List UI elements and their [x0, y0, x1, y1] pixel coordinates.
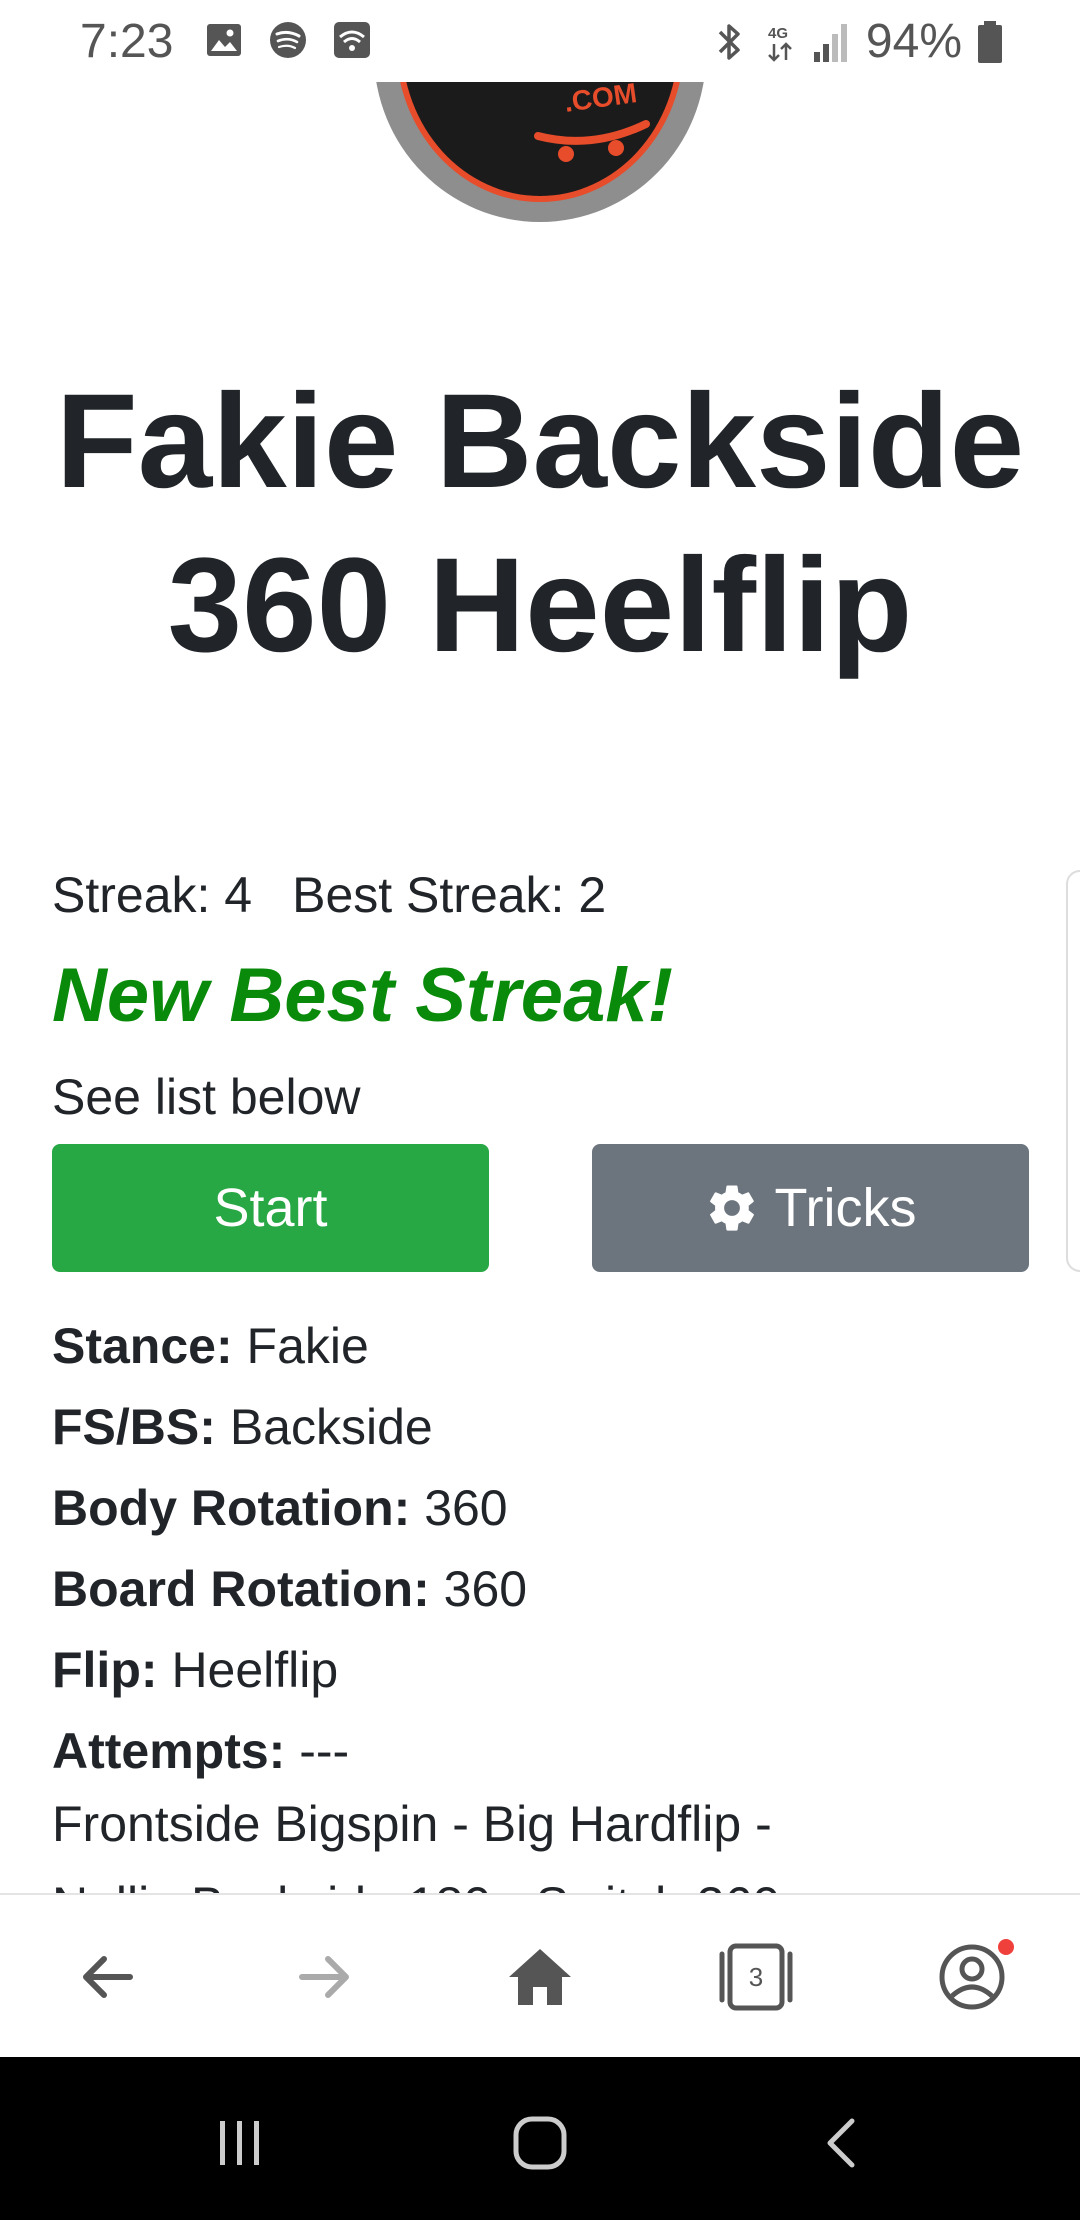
detail-label: Flip:	[52, 1642, 158, 1698]
detail-flip: Flip: Heelflip	[52, 1630, 1052, 1711]
forward-button[interactable]	[282, 1935, 366, 2019]
detail-value: Heelflip	[171, 1642, 339, 1698]
battery-icon	[978, 20, 1002, 63]
status-bar: 7:23 4G 94%	[0, 0, 1080, 82]
detail-label: Board Rotation:	[52, 1561, 430, 1617]
detail-value: 360	[443, 1561, 528, 1617]
wifi-calling-icon	[334, 22, 370, 58]
network-4g-icon: 4G	[768, 25, 792, 62]
android-home-button[interactable]	[500, 2103, 580, 2183]
android-home-icon	[513, 2116, 567, 2170]
trick-title: Fakie Backside 360 Heelflip	[40, 360, 1040, 688]
skateboard-icon	[534, 120, 650, 162]
streak-row: Streak: 4 Best Streak: 2	[52, 866, 606, 924]
streak-count: Streak: 4	[52, 867, 253, 923]
android-back-button[interactable]	[804, 2103, 884, 2183]
trick-title-line1: Fakie Backside	[55, 367, 1025, 516]
arrow-left-icon	[83, 1956, 133, 1998]
recent-apps-button[interactable]	[200, 2103, 280, 2183]
home-icon	[509, 1949, 571, 2005]
signal-icon	[813, 23, 847, 62]
account-icon	[939, 1944, 1005, 2010]
detail-value: 360	[424, 1480, 508, 1536]
account-button[interactable]	[930, 1935, 1014, 2019]
gear-icon	[709, 1185, 754, 1231]
side-panel-edge[interactable]	[1066, 870, 1080, 1272]
android-nav-bar	[0, 2057, 1080, 2220]
best-streak-count: Best Streak: 2	[292, 867, 607, 923]
detail-attempts: Attempts: ---	[52, 1711, 1052, 1792]
detail-value: Fakie	[246, 1318, 369, 1374]
trick-details: Stance: Fakie FS/BS: Backside Body Rotat…	[52, 1306, 1052, 1792]
detail-board-rotation: Board Rotation: 360	[52, 1549, 1052, 1630]
arrow-right-icon	[299, 1956, 349, 1998]
detail-label: Attempts:	[52, 1723, 286, 1779]
detail-stance: Stance: Fakie	[52, 1306, 1052, 1387]
battery-percent: 94%	[865, 15, 962, 68]
detail-body-rotation: Body Rotation: 360	[52, 1468, 1052, 1549]
notification-dot	[998, 1939, 1014, 1955]
spotify-icon	[270, 22, 306, 58]
start-button-label: Start	[213, 1178, 328, 1238]
see-list-text: See list below	[52, 1069, 361, 1125]
status-time: 7:23	[80, 15, 174, 68]
detail-label: Stance:	[52, 1318, 233, 1374]
detail-value: ---	[299, 1723, 350, 1779]
home-button[interactable]	[498, 1935, 582, 2019]
detail-value: Backside	[229, 1399, 433, 1455]
browser-toolbar: 3	[0, 1893, 1080, 2057]
detail-label: FS/BS:	[52, 1399, 216, 1455]
detail-fs-bs: FS/BS: Backside	[52, 1387, 1052, 1468]
start-button[interactable]: Start	[52, 1144, 489, 1272]
android-back-icon	[827, 2118, 855, 2168]
detail-label: Body Rotation:	[52, 1480, 411, 1536]
back-button[interactable]	[66, 1935, 150, 2019]
image-icon	[207, 24, 241, 56]
tricks-button[interactable]: Tricks	[592, 1144, 1029, 1272]
trick-title-line2: 360 Heelflip	[167, 531, 913, 680]
svg-text:4G: 4G	[768, 25, 788, 42]
tab-count: 3	[748, 1961, 764, 1992]
trick-history-line-2: Nollie Backside 180 - Switch 360	[52, 1865, 780, 1893]
tabs-button[interactable]: 3	[714, 1935, 798, 2019]
site-logo[interactable]: .COM	[374, 82, 706, 222]
tricks-button-label: Tricks	[774, 1178, 917, 1238]
new-best-streak-message: New Best Streak!	[52, 953, 673, 1038]
recent-apps-icon	[220, 2121, 259, 2165]
trick-history-line-1: Frontside Bigspin - Big Hardflip -	[52, 1796, 772, 1852]
bluetooth-icon	[718, 23, 740, 60]
status-right: 4G 94%	[712, 14, 1004, 69]
